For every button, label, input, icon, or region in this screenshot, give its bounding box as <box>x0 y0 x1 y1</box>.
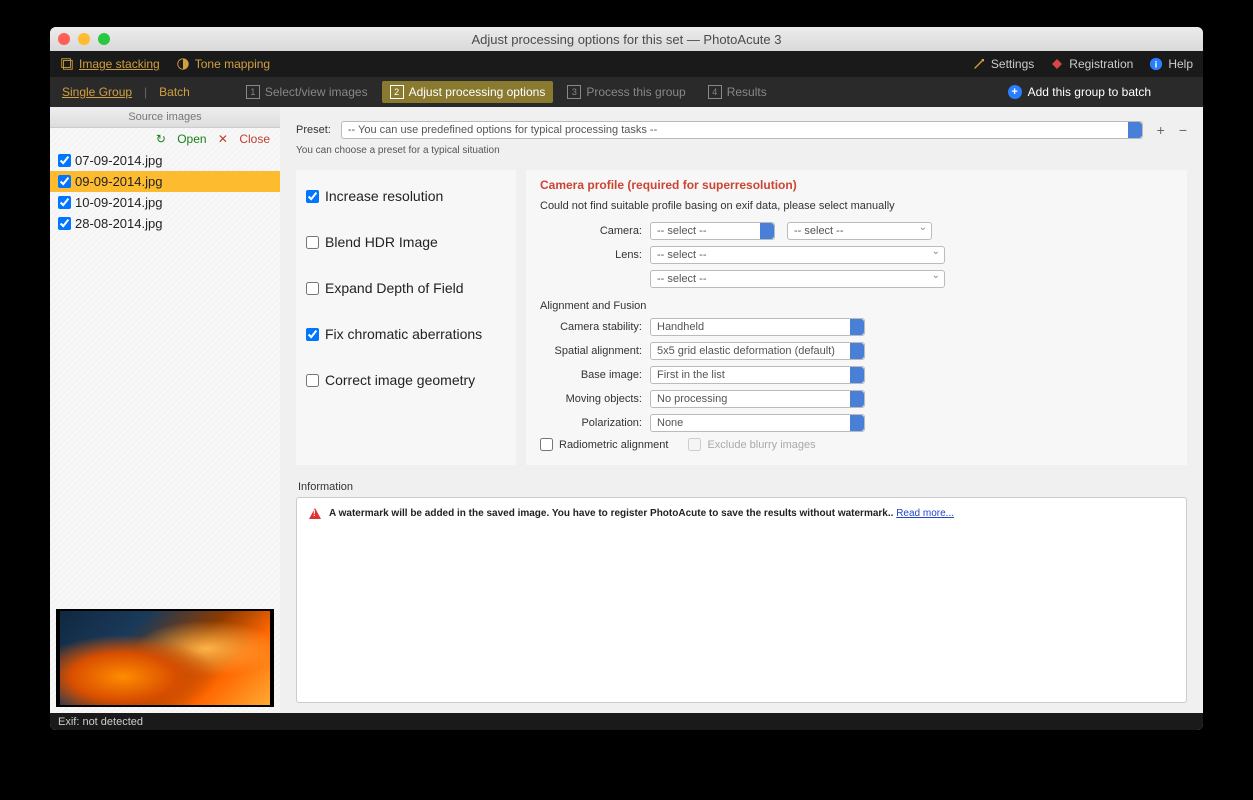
align-select[interactable]: None <box>650 414 865 432</box>
camera-profile-title: Camera profile (required for superresolu… <box>540 178 1173 192</box>
lens-select[interactable]: -- select -- <box>650 246 945 264</box>
step-2[interactable]: 2Adjust processing options <box>382 81 554 103</box>
tone-icon <box>176 57 190 71</box>
titlebar: Adjust processing options for this set —… <box>50 27 1203 51</box>
camera-profile-panel: Camera profile (required for superresolu… <box>526 170 1187 465</box>
align-select[interactable]: Handheld <box>650 318 865 336</box>
registration-link[interactable]: Registration <box>1050 57 1133 71</box>
file-checkbox[interactable] <box>58 175 71 188</box>
image-stacking-link[interactable]: Image stacking <box>79 57 160 71</box>
file-item[interactable]: 09-09-2014.jpg <box>50 171 280 192</box>
thumbnail-image <box>60 611 270 705</box>
thumbnail-panel <box>56 609 274 707</box>
content-panel: Preset: -- You can use predefined option… <box>280 107 1203 713</box>
add-to-batch-button[interactable]: + Add this group to batch <box>1008 85 1151 99</box>
align-select[interactable]: No processing <box>650 390 865 408</box>
preset-label: Preset: <box>296 124 331 136</box>
file-checkbox[interactable] <box>58 154 71 167</box>
file-item[interactable]: 28-08-2014.jpg <box>50 213 280 234</box>
traffic-lights <box>58 33 110 45</box>
minimize-window-icon[interactable] <box>78 33 90 45</box>
information-box: A watermark will be added in the saved i… <box>296 497 1187 703</box>
app-window: Adjust processing options for this set —… <box>50 27 1203 730</box>
option-blend-hdr-image[interactable]: Blend HDR Image <box>306 234 506 250</box>
sidebar: Source images ↻ Open ✕ Close 07-09-2014.… <box>50 107 280 713</box>
step-4[interactable]: 4Results <box>700 81 775 103</box>
camera-profile-sub: Could not find suitable profile basing o… <box>540 200 1173 212</box>
preset-select[interactable]: -- You can use predefined options for ty… <box>341 121 1143 139</box>
align-select[interactable]: 5x5 grid elastic deformation (default) <box>650 342 865 360</box>
option-expand-depth-of-field[interactable]: Expand Depth of Field <box>306 280 506 296</box>
alignment-section-label: Alignment and Fusion <box>540 300 1173 312</box>
camera-select[interactable]: -- select -- <box>650 222 775 240</box>
settings-icon <box>972 57 986 71</box>
settings-link[interactable]: Settings <box>972 57 1034 71</box>
open-button[interactable]: ↻ Open <box>156 132 207 146</box>
window-title: Adjust processing options for this set —… <box>50 32 1203 47</box>
plus-icon: + <box>1008 85 1022 99</box>
option-correct-image-geometry[interactable]: Correct image geometry <box>306 372 506 388</box>
radiometric-checkbox[interactable]: Radiometric alignment <box>540 438 668 451</box>
status-bar: Exif: not detected <box>50 713 1203 730</box>
lens-sub-select[interactable]: -- select -- <box>650 270 945 288</box>
option-increase-resolution[interactable]: Increase resolution <box>306 188 506 204</box>
tone-mapping-link[interactable]: Tone mapping <box>195 57 270 71</box>
step-1[interactable]: 1Select/view images <box>238 81 376 103</box>
workflow-toolbar: Single Group | Batch 1Select/view images… <box>50 77 1203 107</box>
stack-icon <box>60 57 74 71</box>
file-checkbox[interactable] <box>58 217 71 230</box>
file-list: 07-09-2014.jpg09-09-2014.jpg10-09-2014.j… <box>50 150 280 234</box>
batch-mode[interactable]: Batch <box>159 85 190 99</box>
close-button[interactable]: ✕ Close <box>218 132 270 146</box>
help-icon: i <box>1149 57 1163 71</box>
registration-icon <box>1050 57 1064 71</box>
preset-hint: You can choose a preset for a typical si… <box>296 145 1187 156</box>
zoom-window-icon[interactable] <box>98 33 110 45</box>
sidebar-header: Source images <box>50 107 280 128</box>
file-item[interactable]: 10-09-2014.jpg <box>50 192 280 213</box>
step-3[interactable]: 3Process this group <box>559 81 693 103</box>
svg-text:i: i <box>1155 60 1158 71</box>
information-label: Information <box>298 481 1187 493</box>
help-link[interactable]: iHelp <box>1149 57 1193 71</box>
option-fix-chromatic-aberrations[interactable]: Fix chromatic aberrations <box>306 326 506 342</box>
camera-model-select[interactable]: -- select -- <box>787 222 932 240</box>
warning-icon <box>309 508 321 519</box>
single-group-mode[interactable]: Single Group <box>62 85 132 99</box>
primary-toolbar: Image stacking Tone mapping Settings Reg… <box>50 51 1203 77</box>
preset-add-button[interactable]: + <box>1157 122 1165 138</box>
align-select[interactable]: First in the list <box>650 366 865 384</box>
preset-remove-button[interactable]: − <box>1179 122 1187 138</box>
processing-options: Increase resolution Blend HDR Image Expand… <box>296 170 516 465</box>
file-item[interactable]: 07-09-2014.jpg <box>50 150 280 171</box>
close-window-icon[interactable] <box>58 33 70 45</box>
exclude-blurry-checkbox: Exclude blurry images <box>688 438 815 451</box>
read-more-link[interactable]: Read more... <box>896 508 954 519</box>
file-checkbox[interactable] <box>58 196 71 209</box>
